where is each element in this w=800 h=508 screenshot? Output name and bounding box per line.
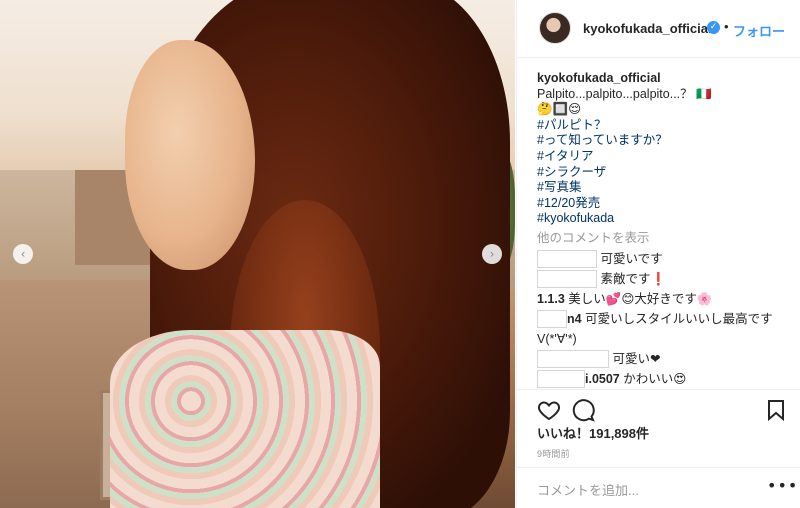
redacted-username [537,270,597,289]
comment-item: i.0507 かわいい😍 [537,369,793,389]
hashtag-link[interactable]: #kyokofukada [537,211,793,227]
redacted-username [537,370,585,389]
redacted-username [537,350,609,369]
comment-text: 素敵です❗ [600,271,667,286]
redacted-username [537,250,597,269]
comment-item: 可愛いです [537,249,793,269]
post-timestamp: 9時間前 [537,449,570,459]
caption-username[interactable]: kyokofukada_official [537,71,661,85]
add-comment-bar: コメントを追加... ••• [517,467,800,508]
chevron-left-icon: ‹ [20,247,26,261]
follow-button[interactable]: フォロー [733,21,785,40]
hashtag-link[interactable]: #シラクーザ [537,165,793,181]
hashtag-link[interactable]: #イタリア [537,149,793,165]
hashtag-link[interactable]: #パルピト？ [537,118,793,134]
bookmark-icon[interactable] [764,398,788,422]
comment-text: かわいい😍 [623,371,687,386]
comment-username[interactable]: n4 [567,312,582,326]
hashtag-link[interactable]: #って知っていますか？ [537,133,793,149]
comment-text: 可愛い❤ [612,351,661,366]
comment-text: 美しい💕😊大好きです🌸 [568,291,713,306]
comment-item: V(*'∀'*) [537,329,793,349]
comment-text: 可愛いしスタイルいいし最高です [585,311,773,326]
post-header: kyokofukada_official ✓ • フォロー [517,0,800,58]
comments-list: kyokofukada_official Palpito...palpito..… [537,71,793,389]
caption-emojis: 🤔🔲😌 [537,102,582,117]
redacted-username [537,310,567,329]
avatar[interactable] [539,12,571,44]
comment-username[interactable]: i.0507 [585,372,620,386]
comment-item: n4 可愛いしスタイルいいし最高です [537,309,793,329]
post-photo[interactable]: ‹ › [0,0,515,508]
likes-count[interactable]: いいね！191,898件 [537,423,649,442]
comment-icon[interactable] [571,398,595,422]
comment-text: V(*'∀'*) [537,331,577,346]
post-sidebar: kyokofukada_official ✓ • フォロー kyokofukad… [516,0,800,508]
chevron-right-icon: › [489,247,495,261]
view-more-comments-button[interactable]: 他のコメントを表示 [537,231,793,247]
caption: kyokofukada_official Palpito...palpito..… [537,71,793,102]
username-link[interactable]: kyokofukada_official [583,21,712,36]
hashtag-link[interactable]: #12/20発売 [537,196,793,212]
comment-input[interactable]: コメントを追加... [537,480,639,499]
heart-icon[interactable] [537,398,561,422]
comment-text: 可愛いです [600,251,663,266]
comment-item: 可愛い❤ [537,349,793,369]
caption-text: Palpito...palpito...palpito...？ [537,86,693,101]
previous-photo-button[interactable]: ‹ [13,244,33,264]
next-photo-button[interactable]: › [482,244,502,264]
italy-flag: 🇮🇹 [696,86,712,101]
comment-item: 素敵です❗ [537,269,793,289]
verified-badge-icon: ✓ [707,21,720,34]
separator-dot: • [724,19,729,34]
photo-blouse [110,330,380,508]
hashtag-link[interactable]: #写真集 [537,180,793,196]
comment-item: 1.1.3 美しい💕😊大好きです🌸 [537,289,793,309]
more-options-icon[interactable]: ••• [767,476,798,495]
comment-username[interactable]: 1.1.3 [537,292,565,306]
